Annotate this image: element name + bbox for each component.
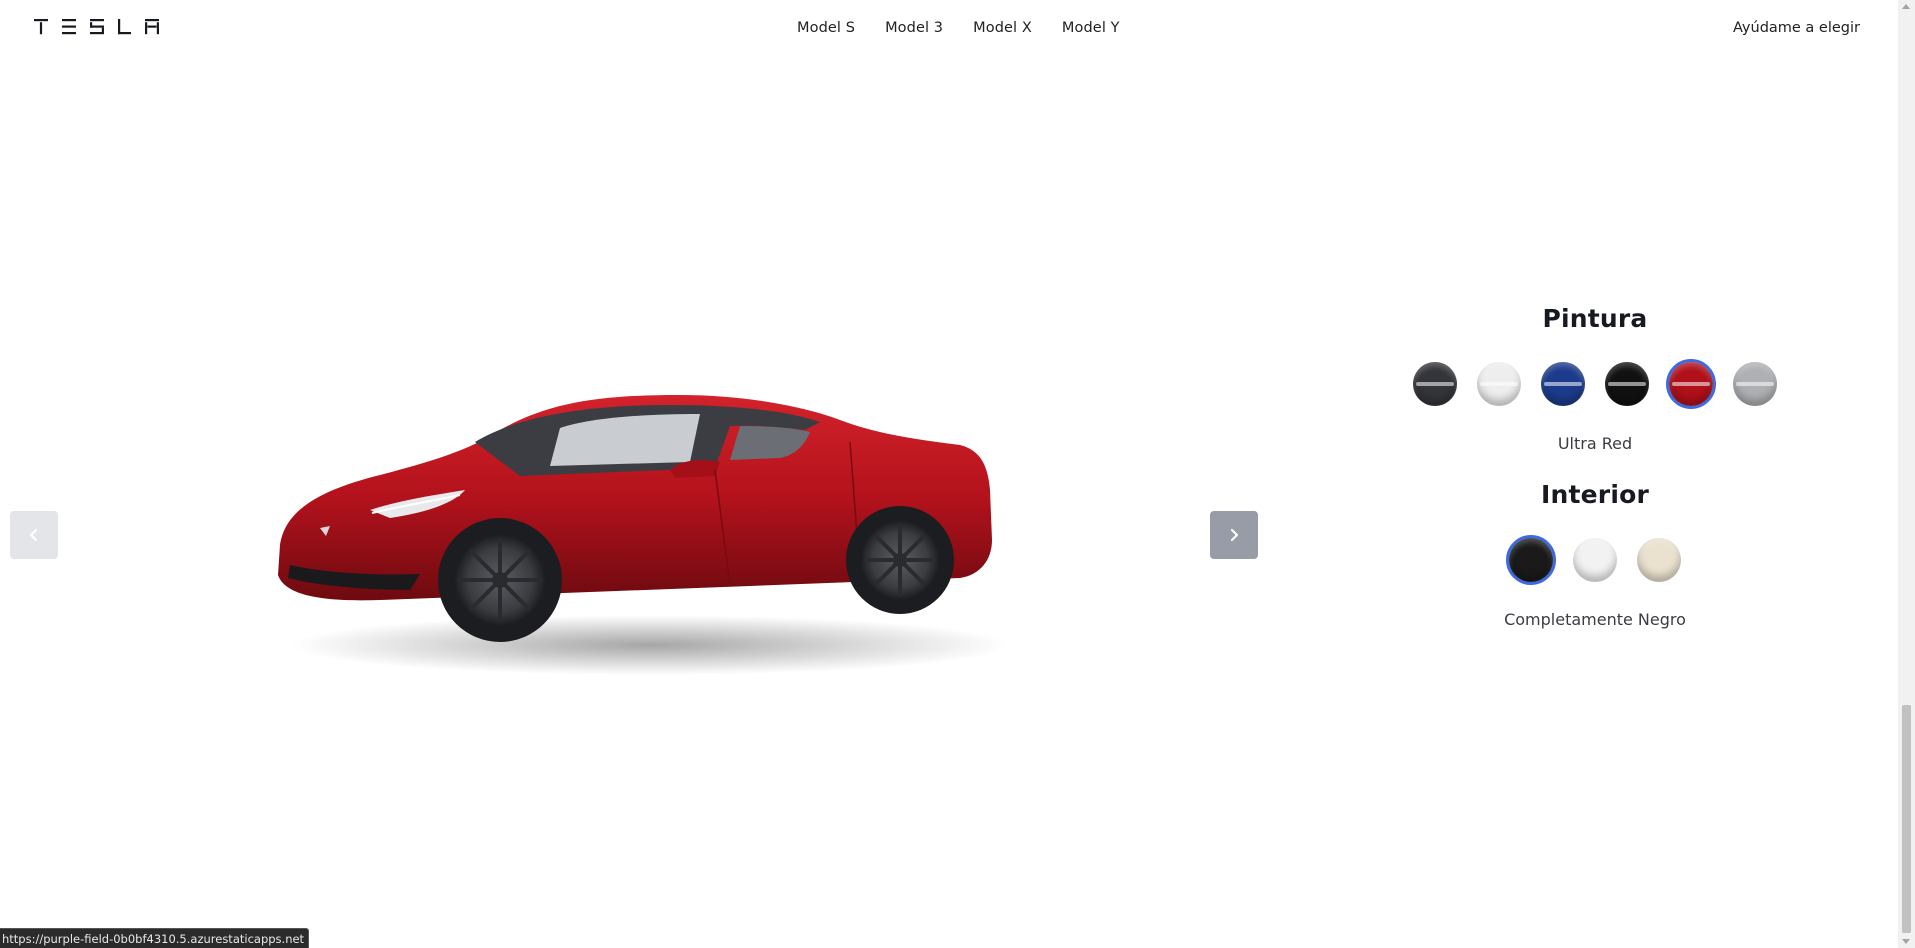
- page: Model S Model 3 Model X Model Y Ayúdame …: [0, 0, 1915, 948]
- top-navbar: Model S Model 3 Model X Model Y Ayúdame …: [0, 0, 1898, 58]
- car-viewer: [0, 60, 1280, 880]
- configurator-options: Pintura Ultra Red Interior Completamente…: [1380, 300, 1810, 632]
- paint-swatch[interactable]: [1474, 359, 1524, 409]
- paint-swatches: [1380, 358, 1810, 410]
- selected-interior-name: Completamente Negro: [1504, 610, 1686, 629]
- nav-model-y[interactable]: Model Y: [1047, 18, 1135, 38]
- paint-swatch[interactable]: [1410, 359, 1460, 409]
- interior-color-dot: [1573, 538, 1617, 582]
- paint-swatch[interactable]: [1730, 359, 1780, 409]
- interior-swatches: [1380, 534, 1810, 586]
- help-me-choose-link[interactable]: Ayúdame a elegir: [1733, 20, 1860, 36]
- nav-model-s[interactable]: Model S: [782, 18, 870, 38]
- model-nav: Model S Model 3 Model X Model Y: [782, 18, 1135, 38]
- scroll-up-arrow-icon[interactable]: [1902, 4, 1910, 9]
- interior-swatch[interactable]: [1634, 535, 1684, 585]
- interior-swatch[interactable]: [1506, 535, 1556, 585]
- interior-title: Interior: [1540, 480, 1649, 509]
- chevron-left-icon: [30, 529, 37, 541]
- paint-color-dot: [1477, 362, 1521, 406]
- model-s-car-illustration: [278, 395, 1010, 675]
- paint-color-dot: [1605, 362, 1649, 406]
- paint-swatch[interactable]: [1602, 359, 1652, 409]
- interior-swatch[interactable]: [1570, 535, 1620, 585]
- scroll-down-arrow-icon[interactable]: [1902, 939, 1910, 944]
- paint-color-dot: [1541, 362, 1585, 406]
- paint-color-dot: [1733, 362, 1777, 406]
- next-image-button[interactable]: [1210, 511, 1258, 559]
- paint-color-dot: [1669, 362, 1713, 406]
- tesla-logo[interactable]: [34, 19, 164, 37]
- car-image: [260, 350, 1030, 680]
- paint-swatch[interactable]: [1666, 359, 1716, 409]
- chevron-right-icon: [1230, 528, 1239, 542]
- interior-color-dot: [1509, 538, 1553, 582]
- nav-model-x[interactable]: Model X: [958, 18, 1047, 38]
- scroll-thumb[interactable]: [1902, 705, 1911, 933]
- selected-paint-name: Ultra Red: [1557, 434, 1633, 453]
- nav-model-3[interactable]: Model 3: [870, 18, 958, 38]
- paint-color-dot: [1413, 362, 1457, 406]
- tesla-wordmark-icon: [34, 19, 159, 35]
- vertical-scrollbar[interactable]: [1898, 0, 1915, 948]
- previous-image-button[interactable]: [10, 511, 58, 559]
- interior-color-dot: [1637, 538, 1681, 582]
- paint-swatch[interactable]: [1538, 359, 1588, 409]
- paint-title: Pintura: [1542, 304, 1648, 333]
- status-bar-url: https://purple-field-0b0bf4310.5.azurest…: [0, 928, 310, 948]
